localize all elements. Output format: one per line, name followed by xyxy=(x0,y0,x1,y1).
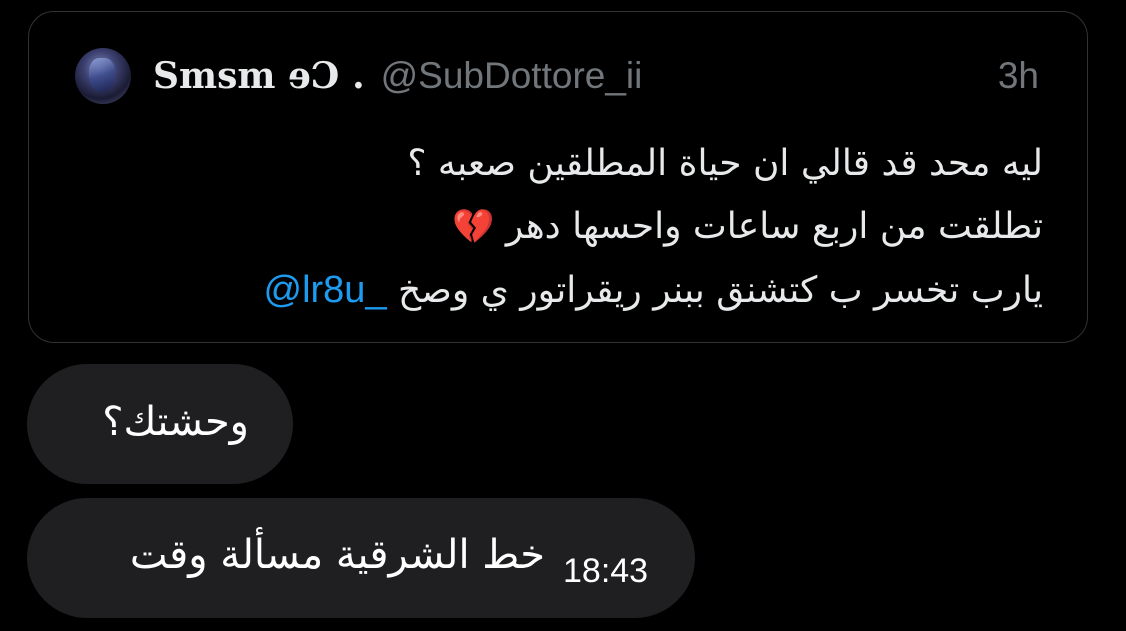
tweet-header: Smsm ɘƆ . @SubDottore_ii 3h xyxy=(75,46,1039,106)
message-time: 18:43 xyxy=(563,552,649,590)
message-text: وحشتك؟ xyxy=(102,399,249,445)
message-bubble[interactable]: وحشتك؟ xyxy=(27,364,293,484)
message-bubble[interactable]: خط الشرقية مسألة وقت 18:43 xyxy=(27,498,695,618)
tweet-line-2: تطلقت من اربع ساعات واحسها دهر 💔 xyxy=(83,195,1043,259)
user-handle[interactable]: @SubDottore_ii xyxy=(381,55,643,97)
tweet-line-2-text: تطلقت من اربع ساعات واحسها دهر xyxy=(505,206,1043,247)
tweet-text: ليه محد قد قالي ان حياة المطلقين صعبه ؟ … xyxy=(83,132,1044,322)
broken-heart-icon: 💔 xyxy=(452,207,495,247)
tweet-timestamp: 3h xyxy=(997,55,1039,96)
tweet-line-1: ليه محد قد قالي ان حياة المطلقين صعبه ؟ xyxy=(407,143,1043,184)
tweet-line-3-text: يارب تخسر ب كتشنق ببنر ريقراتور ي وصخ xyxy=(398,270,1043,311)
message-text: خط الشرقية مسألة وقت xyxy=(129,532,545,578)
chat-screen: Smsm ɘƆ . @SubDottore_ii 3h ليه محد قد ق… xyxy=(0,0,1126,631)
mention-link[interactable]: @lr8u_ xyxy=(264,269,387,311)
display-name[interactable]: Smsm ɘƆ . xyxy=(153,55,365,97)
quoted-tweet-card[interactable]: Smsm ɘƆ . @SubDottore_ii 3h ليه محد قد ق… xyxy=(28,11,1088,343)
avatar[interactable] xyxy=(75,48,131,104)
tweet-line-3: يارب تخسر ب كتشنق ببنر ريقراتور ي وصخ @l… xyxy=(83,259,1044,322)
